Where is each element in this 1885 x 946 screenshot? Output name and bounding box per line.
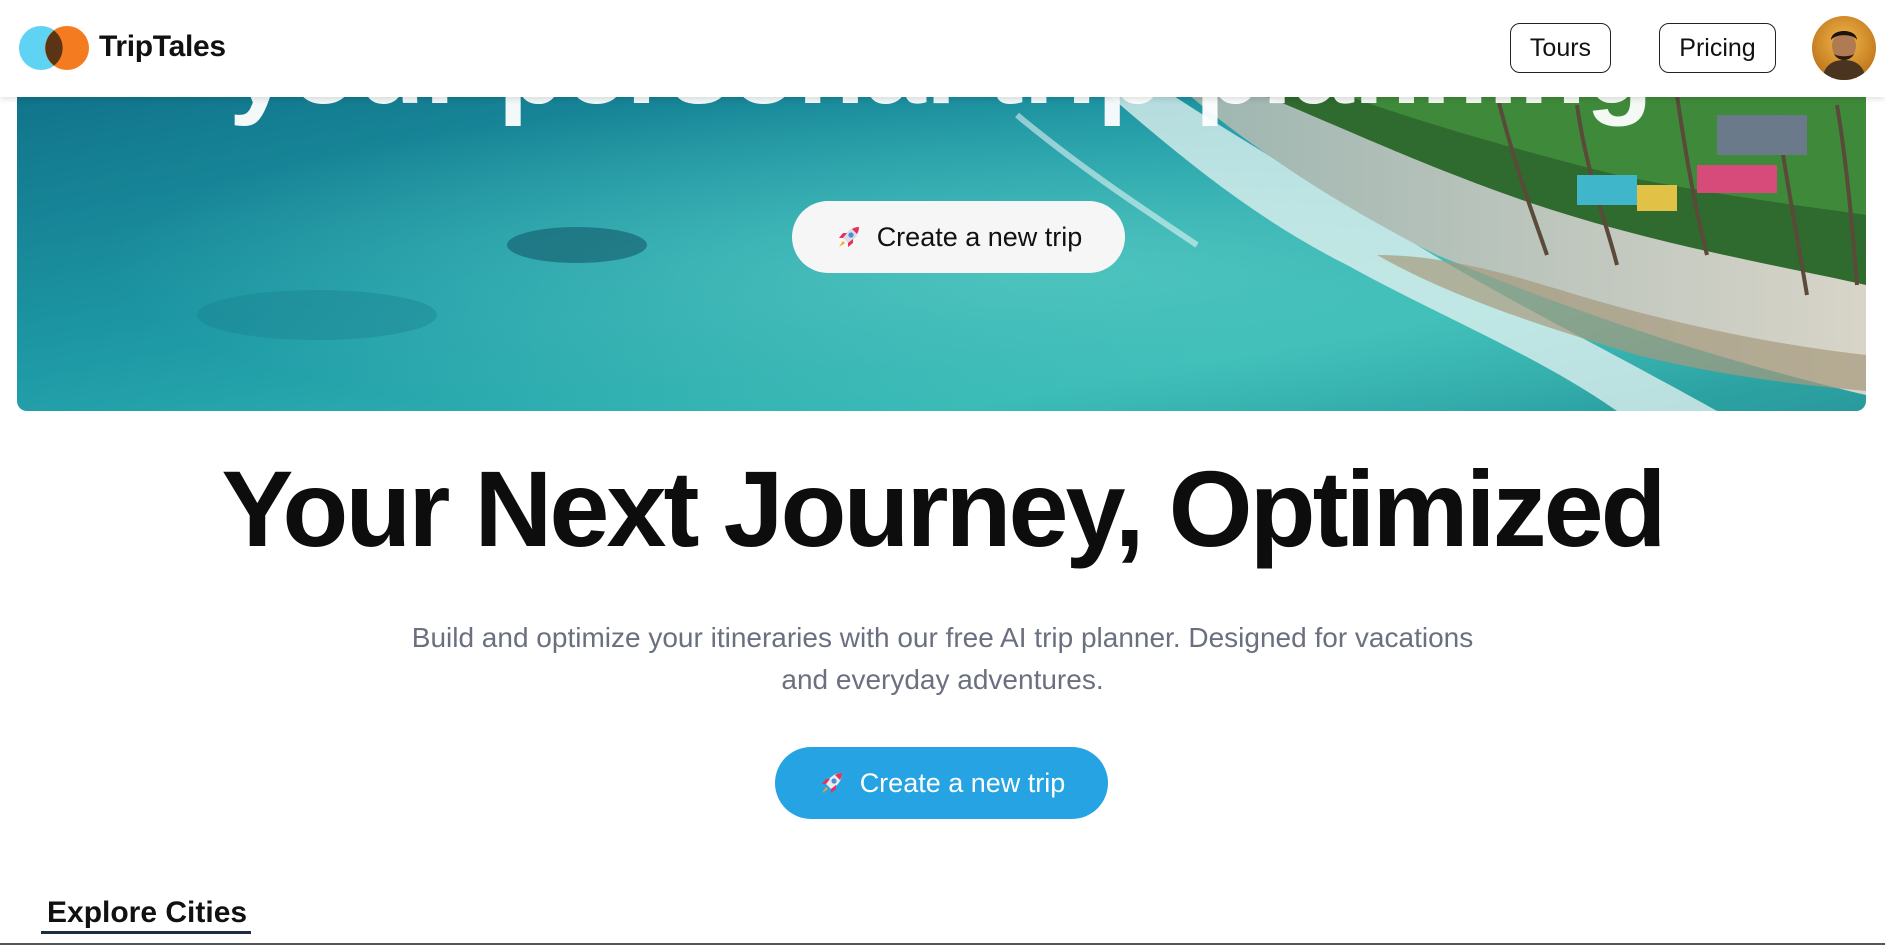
hero-create-trip-button[interactable]: Create a new trip — [792, 201, 1125, 273]
avatar-icon — [1812, 16, 1876, 80]
user-avatar[interactable] — [1812, 16, 1876, 80]
brand-name[interactable]: TripTales — [99, 30, 226, 64]
page-headline: Your Next Journey, Optimized — [221, 448, 1666, 569]
top-nav-bar: TripTales Tours Pricing — [0, 0, 1885, 97]
nav-tours-button[interactable]: Tours — [1510, 23, 1611, 73]
section-divider — [0, 943, 1885, 945]
rocket-icon — [821, 773, 842, 793]
subtitle-line-1: Build and optimize your itineraries with… — [411, 622, 1474, 653]
nav-pricing-button[interactable]: Pricing — [1659, 23, 1776, 73]
hero-cta-label: Create a new trip — [876, 221, 1083, 252]
page: TripTales Tours Pricing Create a new tri… — [0, 0, 1885, 946]
triptales-logo-icon[interactable] — [19, 24, 91, 72]
hero-banner: your personal trip planning Create a new… — [17, 55, 1866, 411]
explore-cities-tab-indicator — [41, 931, 251, 934]
explore-cities-tab[interactable]: Explore Cities — [47, 896, 247, 930]
create-trip-label: Create a new trip — [859, 767, 1066, 798]
create-trip-button[interactable]: Create a new trip — [775, 747, 1108, 819]
rocket-icon — [838, 227, 859, 247]
subtitle-line-2: and everyday adventures. — [781, 664, 1104, 695]
page-subtitle: Build and optimize your itineraries with… — [330, 617, 1555, 701]
